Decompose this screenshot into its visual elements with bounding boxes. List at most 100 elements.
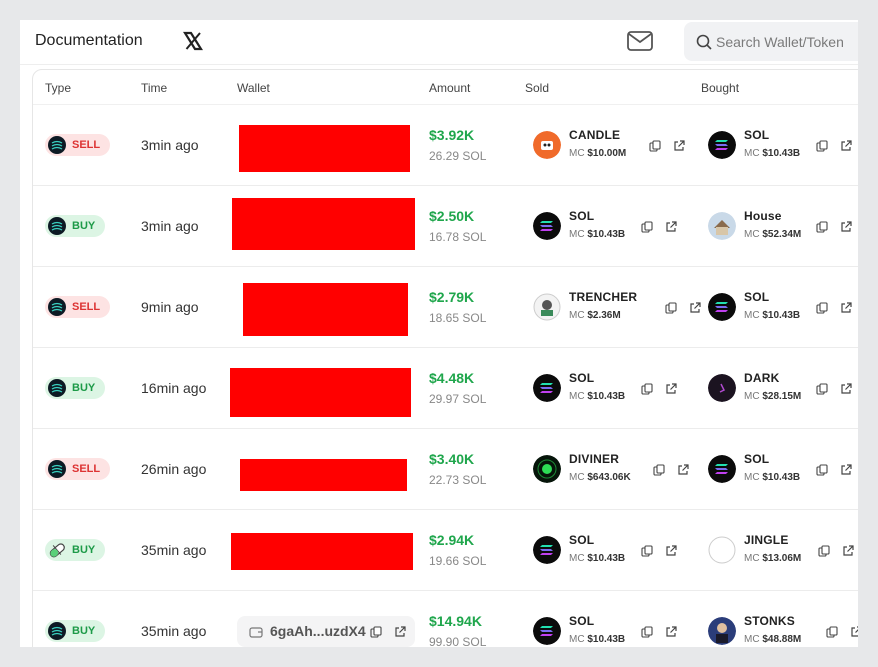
external-link-icon[interactable] [665, 544, 677, 556]
trade-type-label: SELL [72, 463, 101, 475]
wallet-icon [249, 625, 263, 643]
market-cap-label: MC [744, 229, 760, 240]
trade-type-label: BUY [72, 382, 96, 394]
market-cap: MC $13.06M [744, 553, 801, 564]
bought-token[interactable]: House MC $52.34M [708, 206, 858, 246]
search-box[interactable] [684, 22, 858, 61]
copy-icon[interactable] [649, 139, 661, 152]
copy-icon[interactable] [641, 220, 653, 233]
amount-sol: 99.90 SOL [429, 635, 487, 647]
market-cap-label: MC [569, 553, 585, 564]
token-name[interactable]: SOL [569, 371, 594, 385]
bought-token[interactable]: DARK MC $28.15M [708, 368, 858, 408]
table-row[interactable]: BUY 35min ago 6gaAh...uzdX4 $14.94K 99.90 SO… [33, 591, 858, 647]
market-cap: MC $643.06K [569, 472, 631, 483]
copy-icon[interactable] [641, 544, 653, 557]
market-cap-value: $10.43B [587, 553, 626, 564]
external-link-icon[interactable] [673, 139, 685, 151]
market-cap: MC $10.43B [744, 148, 800, 159]
amount-usd: $3.40K [429, 451, 475, 467]
token-name[interactable]: SOL [744, 128, 769, 142]
sold-token[interactable]: DIVINER MC $643.06K [533, 449, 713, 489]
table-row[interactable]: BUY 35min ago $2.94K 19.66 SOL SOL MC $10.43B… [33, 510, 858, 591]
redacted-wallet [240, 459, 407, 491]
mail-icon[interactable] [626, 30, 654, 52]
token-name[interactable]: SOL [569, 533, 594, 547]
documentation-link[interactable]: Documentation [35, 32, 143, 50]
wallet-address[interactable]: 6gaAh...uzdX4 [270, 623, 366, 639]
copy-icon[interactable] [370, 625, 382, 643]
table-row[interactable]: BUY 16min ago $4.48K 29.97 SOL SOL MC $10.43B… [33, 348, 858, 429]
search-input[interactable] [716, 22, 858, 61]
feed-panel: Documentation Type Time Wallet Amount So… [20, 20, 858, 647]
market-cap-value: $10.43B [762, 310, 801, 321]
copy-icon[interactable] [818, 544, 830, 557]
wallet-chip[interactable]: 6gaAh...uzdX4 [237, 616, 415, 647]
copy-icon[interactable] [816, 463, 828, 476]
sold-token[interactable]: SOL MC $10.43B [533, 206, 713, 246]
copy-icon[interactable] [816, 382, 828, 395]
external-link-icon[interactable] [840, 301, 852, 313]
header-amount: Amount [429, 81, 471, 95]
token-name[interactable]: JINGLE [744, 533, 789, 547]
table-row[interactable]: SELL 9min ago $2.79K 18.65 SOL TRENCHER MC $2… [33, 267, 858, 348]
sold-token[interactable]: SOL MC $10.43B [533, 368, 713, 408]
token-name[interactable]: SOL [744, 452, 769, 466]
external-link-icon[interactable] [689, 301, 701, 313]
token-logo [533, 131, 561, 159]
token-name[interactable]: SOL [744, 290, 769, 304]
external-link-icon[interactable] [394, 625, 406, 643]
bought-token[interactable]: SOL MC $10.43B [708, 449, 858, 489]
sold-token[interactable]: TRENCHER MC $2.36M [533, 287, 713, 327]
redacted-wallet [239, 125, 410, 172]
bought-token[interactable]: JINGLE MC $13.06M [708, 530, 858, 570]
token-name[interactable]: CANDLE [569, 128, 620, 142]
copy-icon[interactable] [816, 139, 828, 152]
token-name[interactable]: TRENCHER [569, 290, 637, 304]
token-name[interactable]: DIVINER [569, 452, 619, 466]
header-time: Time [141, 81, 168, 95]
table-row[interactable]: SELL 26min ago $3.40K 22.73 SOL DIVINER MC $6… [33, 429, 858, 510]
copy-icon[interactable] [826, 625, 838, 638]
external-link-icon[interactable] [840, 463, 852, 475]
token-name[interactable]: SOL [569, 614, 594, 628]
x-twitter-icon[interactable] [183, 31, 203, 51]
token-name[interactable]: House [744, 209, 782, 223]
token-name[interactable]: SOL [569, 209, 594, 223]
external-link-icon[interactable] [665, 625, 677, 637]
token-name[interactable]: DARK [744, 371, 779, 385]
token-logo [533, 293, 561, 321]
trade-time: 3min ago [141, 137, 199, 153]
token-logo [708, 212, 736, 240]
sold-token[interactable]: SOL MC $10.43B [533, 611, 713, 647]
token-name[interactable]: STONKS [744, 614, 795, 628]
coin-icon [48, 298, 66, 316]
token-logo [533, 212, 561, 240]
trade-type-label: SELL [72, 301, 101, 313]
bought-token[interactable]: SOL MC $10.43B [708, 287, 858, 327]
external-link-icon[interactable] [665, 220, 677, 232]
sold-token[interactable]: CANDLE MC $10.00M [533, 125, 713, 165]
external-link-icon[interactable] [850, 625, 858, 637]
table-row[interactable]: BUY 3min ago $2.50K 16.78 SOL SOL MC $10.43B H… [33, 186, 858, 267]
bought-token[interactable]: SOL MC $10.43B [708, 125, 858, 165]
copy-icon[interactable] [641, 382, 653, 395]
copy-icon[interactable] [816, 301, 828, 314]
external-link-icon[interactable] [840, 382, 852, 394]
copy-icon[interactable] [653, 463, 665, 476]
external-link-icon[interactable] [842, 544, 854, 556]
market-cap-label: MC [569, 148, 585, 159]
copy-icon[interactable] [665, 301, 677, 314]
sold-token[interactable]: SOL MC $10.43B [533, 530, 713, 570]
copy-icon[interactable] [816, 220, 828, 233]
table-row[interactable]: SELL 3min ago $3.92K 26.29 SOL CANDLE MC $10.… [33, 105, 858, 186]
amount-sol: 22.73 SOL [429, 473, 487, 487]
external-link-icon[interactable] [840, 220, 852, 232]
external-link-icon[interactable] [840, 139, 852, 151]
external-link-icon[interactable] [665, 382, 677, 394]
bought-token[interactable]: STONKS MC $48.88M [708, 611, 858, 647]
trade-time: 3min ago [141, 218, 199, 234]
external-link-icon[interactable] [677, 463, 689, 475]
amount-sol: 16.78 SOL [429, 230, 487, 244]
copy-icon[interactable] [641, 625, 653, 638]
